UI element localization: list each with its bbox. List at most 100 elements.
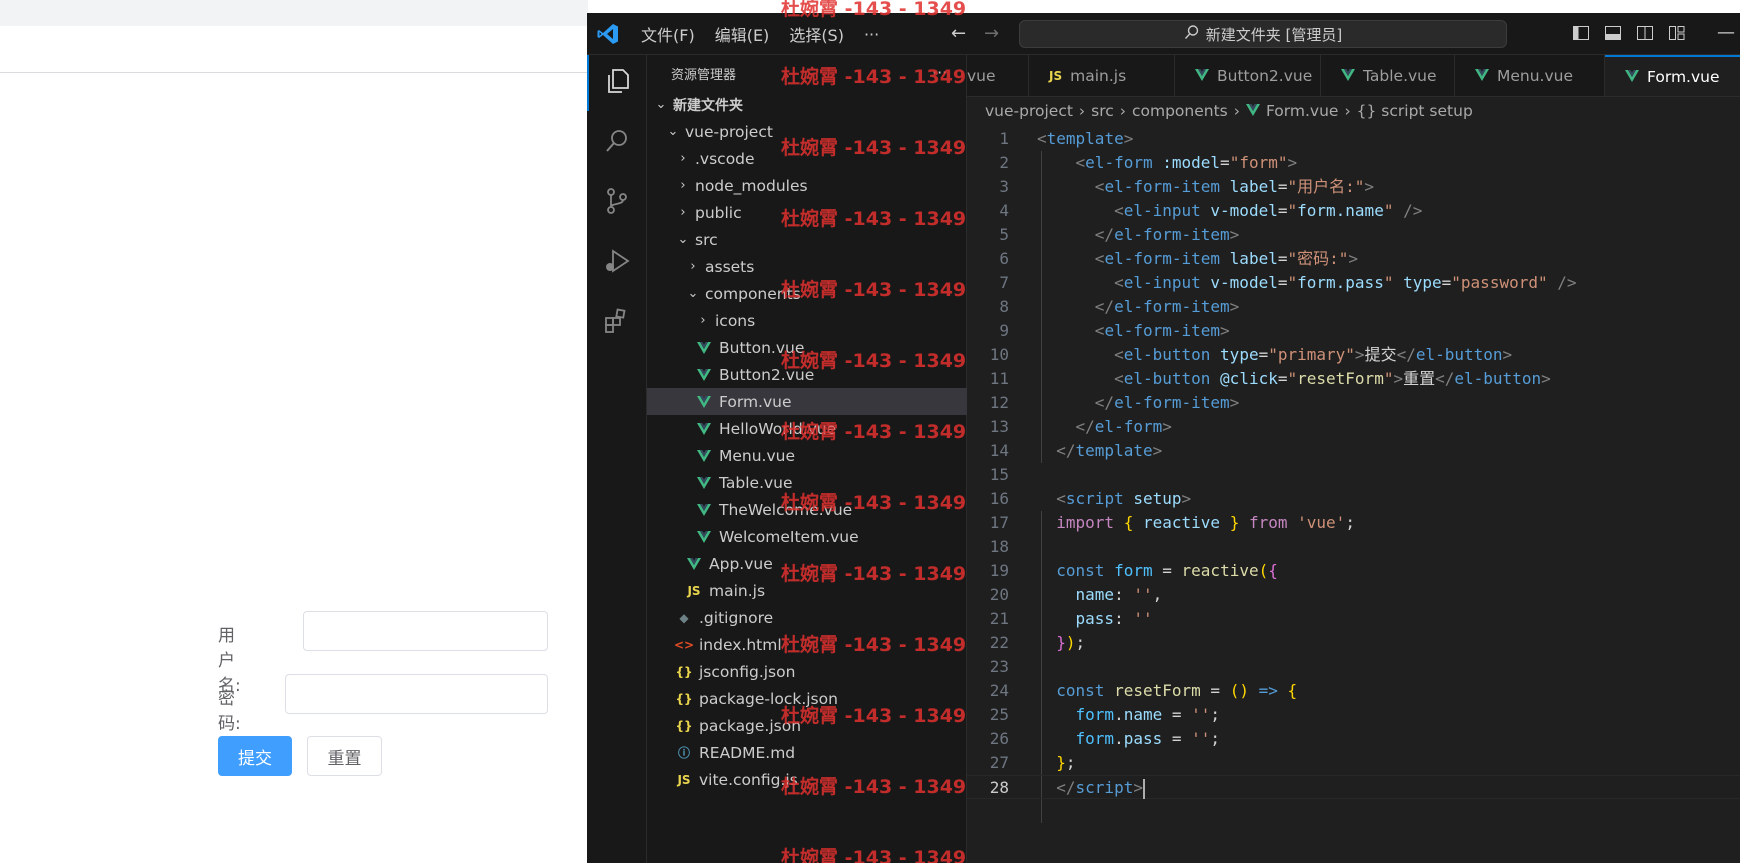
watermark: 杜婉霄 -143 - 1349 (781, 137, 967, 159)
search-icon (602, 126, 632, 160)
tree-item-form-vue[interactable]: Form.vue (647, 388, 967, 415)
code-line: 7 <el-input v-model="form.pass" type="pa… (967, 271, 1740, 295)
run-debug-icon (602, 246, 632, 280)
username-input[interactable] (303, 611, 548, 651)
search-activity[interactable] (587, 115, 647, 171)
extensions-activity[interactable] (587, 295, 647, 351)
line-number: 10 (989, 345, 1009, 364)
breadcrumb-item[interactable]: Form.vue (1266, 102, 1339, 120)
back-arrow-icon[interactable]: ← (951, 23, 966, 44)
tree-label: assets (705, 257, 755, 276)
code-line-current: 28 </script> (967, 775, 1740, 799)
minimize-icon[interactable]: — (1717, 22, 1735, 43)
code-line: 26 form.pass = ''; (967, 727, 1740, 751)
tree-item-welcomeitem-vue[interactable]: WelcomeItem.vue (647, 523, 967, 550)
tree-label: Form.vue (719, 392, 792, 411)
watermark: 杜婉霄 -143 - 1349 (781, 279, 967, 301)
customize-layout-icon[interactable] (1668, 24, 1686, 46)
line-number: 14 (989, 441, 1009, 460)
breadcrumb-item[interactable]: src (1091, 102, 1114, 120)
tree-item-node-modules[interactable]: › node_modules (647, 172, 967, 199)
code-line: 20 name: '', (967, 583, 1740, 607)
watermark: 杜婉霄 -143 - 1349 (781, 66, 967, 88)
tree-label: vue-project (685, 122, 773, 141)
line-number: 12 (989, 393, 1009, 412)
menu-more[interactable]: ··· (864, 25, 879, 44)
code-line: 2 <el-form :model="form"> (967, 151, 1740, 175)
toggle-panel-icon[interactable] (1604, 24, 1622, 46)
code-line: 3 <el-form-item label="用户名:"> (967, 175, 1740, 199)
line-number: 22 (989, 633, 1009, 652)
editor-tabs: vue JS main.js Button2.vue Table.vue Men… (967, 55, 1740, 97)
run-debug-activity[interactable] (587, 235, 647, 291)
line-number: 4 (999, 201, 1009, 220)
menu-edit[interactable]: 编辑(E) (715, 22, 770, 46)
tree-item-readme-md[interactable]: ⓘ README.md (647, 739, 967, 766)
line-number: 18 (989, 537, 1009, 556)
vue-file-icon (1625, 68, 1639, 86)
layout-controls (1572, 24, 1686, 46)
breadcrumb-item[interactable]: {} script setup (1357, 102, 1473, 120)
watermark: 杜婉霄 -143 - 1349 (781, 208, 967, 230)
code-line: 9 <el-form-item> (967, 319, 1740, 343)
tab-label: main.js (1070, 67, 1127, 85)
menu-selection[interactable]: 选择(S) (789, 22, 844, 46)
title-bar: 文件(F) 编辑(E) 选择(S) ··· ← → 新建文件夹 [管理员] — (587, 13, 1740, 55)
code-line: 8 </el-form-item> (967, 295, 1740, 319)
vue-file-icon (695, 341, 713, 354)
code-line: 17 import { reactive } from 'vue'; (967, 511, 1740, 535)
code-line: 12 </el-form-item> (967, 391, 1740, 415)
tree-item-icons[interactable]: › icons (647, 307, 967, 334)
line-number: 20 (989, 585, 1009, 604)
password-label: 密码: (218, 689, 241, 734)
explorer-activity[interactable] (587, 55, 647, 111)
submit-button[interactable]: 提交 (218, 736, 292, 776)
vue-file-icon (1245, 102, 1260, 120)
tab-button2-vue[interactable]: Button2.vue (1175, 55, 1321, 96)
editor-area: vue JS main.js Button2.vue Table.vue Men… (967, 55, 1740, 863)
tab-partial[interactable]: vue (967, 55, 1029, 96)
breadcrumb: vue-project › src › components › Form.vu… (967, 97, 1740, 125)
vue-file-icon (1341, 67, 1355, 85)
tab-main-js[interactable]: JS main.js (1029, 55, 1175, 96)
js-file-icon: JS (687, 583, 701, 598)
menu-file[interactable]: 文件(F) (641, 22, 695, 46)
tab-menu-vue[interactable]: Menu.vue (1455, 55, 1605, 96)
tab-form-vue[interactable]: Form.vue (1605, 55, 1740, 96)
source-control-activity[interactable] (587, 175, 647, 231)
breadcrumb-item[interactable]: components (1132, 102, 1228, 120)
tree-root[interactable]: ⌄ 新建文件夹 (647, 91, 967, 118)
info-icon: ⓘ (677, 746, 690, 760)
toggle-sidebar-icon[interactable] (1572, 24, 1590, 46)
code-line: 27 }; (967, 751, 1740, 775)
vue-file-icon (695, 530, 713, 543)
tab-label: Form.vue (1647, 68, 1720, 86)
tree-label: 新建文件夹 (673, 97, 743, 114)
line-number: 24 (989, 681, 1009, 700)
browser-address-bar[interactable] (0, 26, 588, 73)
tab-table-vue[interactable]: Table.vue (1321, 55, 1455, 96)
tree-item-jsconfig-json[interactable]: {} jsconfig.json (647, 658, 967, 685)
breadcrumb-item[interactable]: vue-project (985, 102, 1073, 120)
line-number: 8 (999, 297, 1009, 316)
forward-arrow-icon[interactable]: → (984, 23, 999, 44)
line-number: 1 (999, 129, 1009, 148)
line-number: 13 (989, 417, 1009, 436)
tree-item-menu-vue[interactable]: Menu.vue (647, 442, 967, 469)
tree-label: WelcomeItem.vue (719, 527, 859, 546)
password-input[interactable] (285, 674, 548, 714)
line-number: 21 (989, 609, 1009, 628)
tree-item-gitignore[interactable]: ◆ .gitignore (647, 604, 967, 631)
toggle-secondary-sidebar-icon[interactable] (1636, 24, 1654, 46)
line-number: 9 (999, 321, 1009, 340)
vue-file-icon (695, 476, 713, 489)
watermark: 杜婉霄 -143 - 1349 (781, 492, 967, 514)
code-line: 16 <script setup> (967, 487, 1740, 511)
source-control-icon (602, 186, 632, 220)
line-number: 28 (989, 778, 1009, 797)
vue-file-icon (695, 422, 713, 435)
reset-button[interactable]: 重置 (307, 736, 382, 776)
chevron-right-icon: › (1344, 102, 1351, 120)
command-center[interactable]: 新建文件夹 [管理员] (1019, 20, 1507, 48)
activity-bar (587, 55, 647, 863)
